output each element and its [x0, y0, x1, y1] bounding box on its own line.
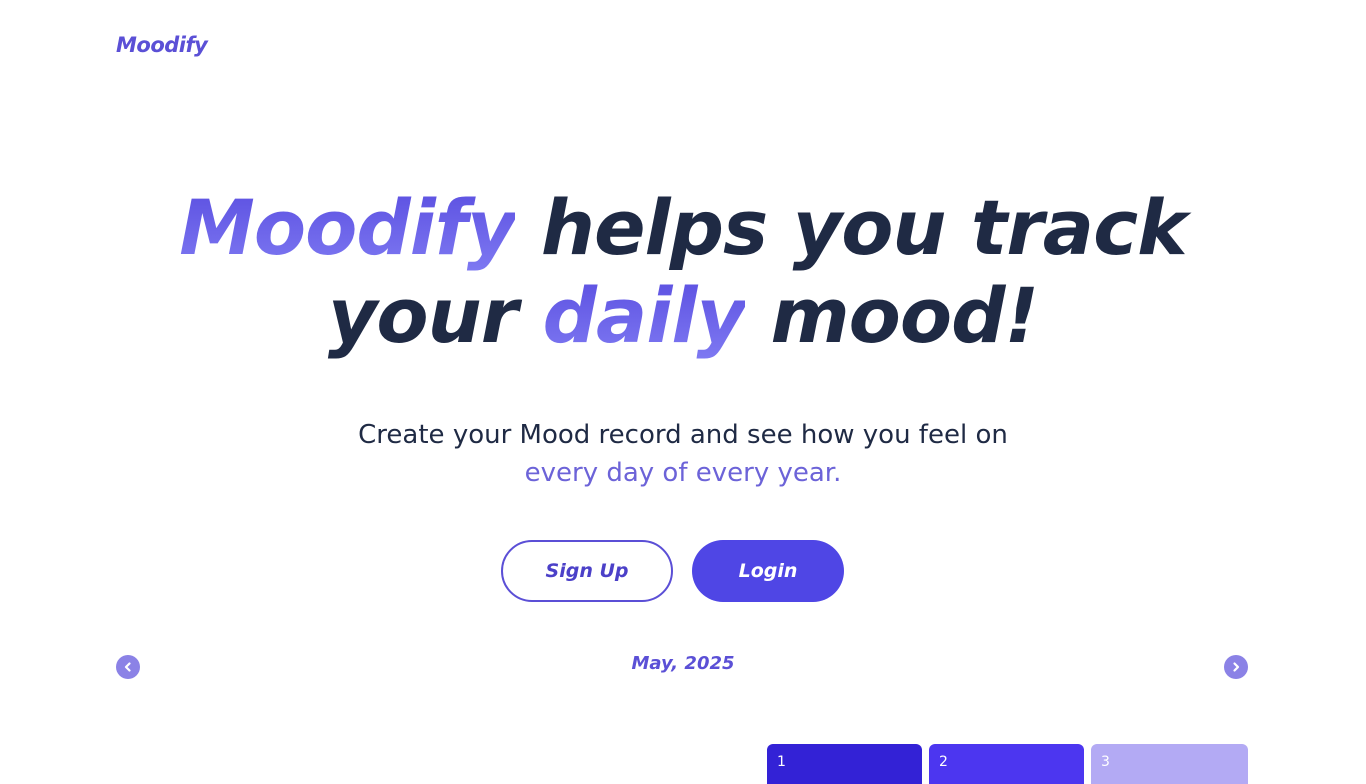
day-card-1[interactable]: 1	[767, 744, 922, 784]
day-number: 3	[1101, 754, 1110, 770]
hero-line-2-after: mood!	[745, 271, 1039, 360]
month-label: May, 2025	[631, 653, 735, 674]
next-month-button[interactable]	[1224, 655, 1248, 679]
sign-up-button[interactable]: Sign Up	[501, 540, 673, 602]
logo[interactable]: Moodify	[116, 33, 208, 57]
chevron-right-icon	[1233, 662, 1240, 672]
hero-brand: Moodify	[179, 183, 516, 272]
day-card-2[interactable]: 2	[929, 744, 1084, 784]
hero-heading: Moodify helps you track your daily mood!	[0, 184, 1366, 360]
hero-line-1-text: helps you track	[515, 183, 1188, 272]
day-card-3[interactable]: 3	[1091, 744, 1248, 784]
subtitle: Create your Mood record and see how you …	[0, 416, 1366, 492]
day-number: 2	[939, 754, 948, 770]
hero-daily: daily	[542, 271, 746, 360]
hero-line-2-before: your	[327, 271, 543, 360]
login-button[interactable]: Login	[692, 540, 844, 602]
hero-line-1: Moodify helps you track	[0, 184, 1366, 272]
subtitle-line-1: Create your Mood record and see how you …	[358, 420, 1008, 450]
subtitle-line-2: every day of every year.	[524, 458, 842, 488]
day-number: 1	[777, 754, 786, 770]
hero-line-2: your daily mood!	[0, 272, 1366, 360]
